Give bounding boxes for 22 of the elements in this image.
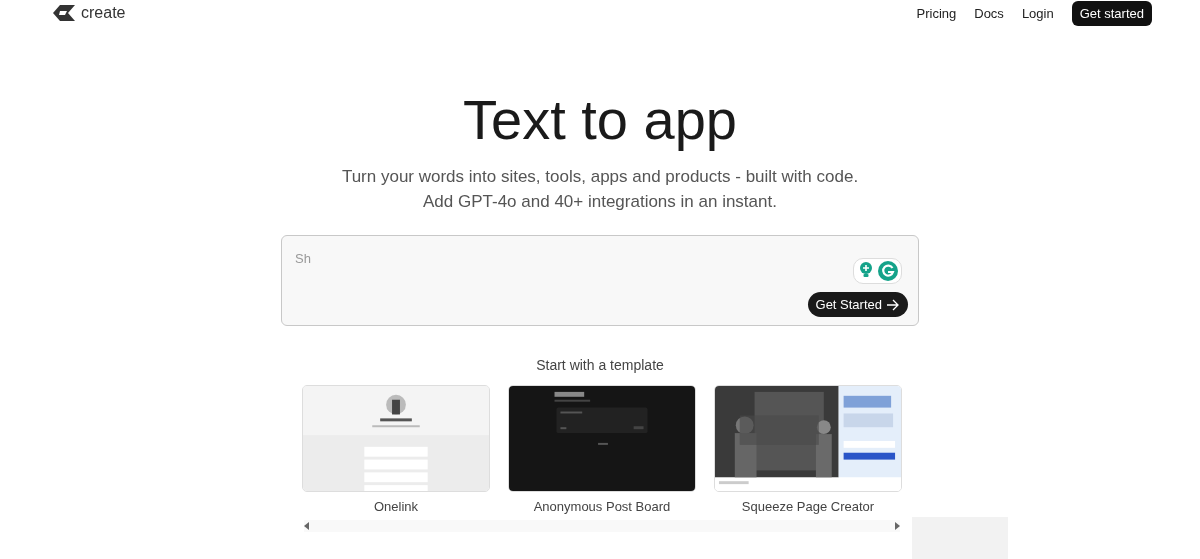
hero-title: Text to app (463, 88, 737, 152)
extension-widget[interactable] (853, 258, 902, 284)
logo-text[interactable]: create (81, 4, 126, 22)
lightbulb-icon[interactable] (857, 261, 875, 279)
g-logo-icon[interactable] (878, 261, 898, 281)
template-title[interactable]: Squeeze Page Creator (741, 499, 875, 514)
arrow-icon (886, 298, 900, 311)
hero-subtitle: Turn your words into sites, tools, apps and products - built with code. (341, 166, 859, 188)
get-started-button[interactable]: Get Started (807, 292, 908, 317)
hero-subtitle: Add GPT-4o and 40+ integrations in an instant. (422, 191, 778, 213)
template-title[interactable]: Onelink (373, 499, 419, 514)
scroll-right-icon[interactable] (894, 522, 900, 530)
scroll-left-icon[interactable] (304, 522, 310, 530)
nav-link[interactable]: Docs (974, 5, 1004, 21)
prompt-field[interactable]: Sh Get Started (281, 235, 919, 326)
nav-link[interactable]: Login (1021, 5, 1054, 21)
section-heading: Start with a template (536, 357, 664, 373)
template-title[interactable]: Anonymous Post Board (533, 499, 671, 514)
logo-icon (53, 5, 75, 21)
nav-link[interactable]: Pricing (916, 5, 957, 21)
scrollbar[interactable] (304, 520, 900, 532)
get-started-button[interactable]: Get started (1071, 0, 1152, 26)
